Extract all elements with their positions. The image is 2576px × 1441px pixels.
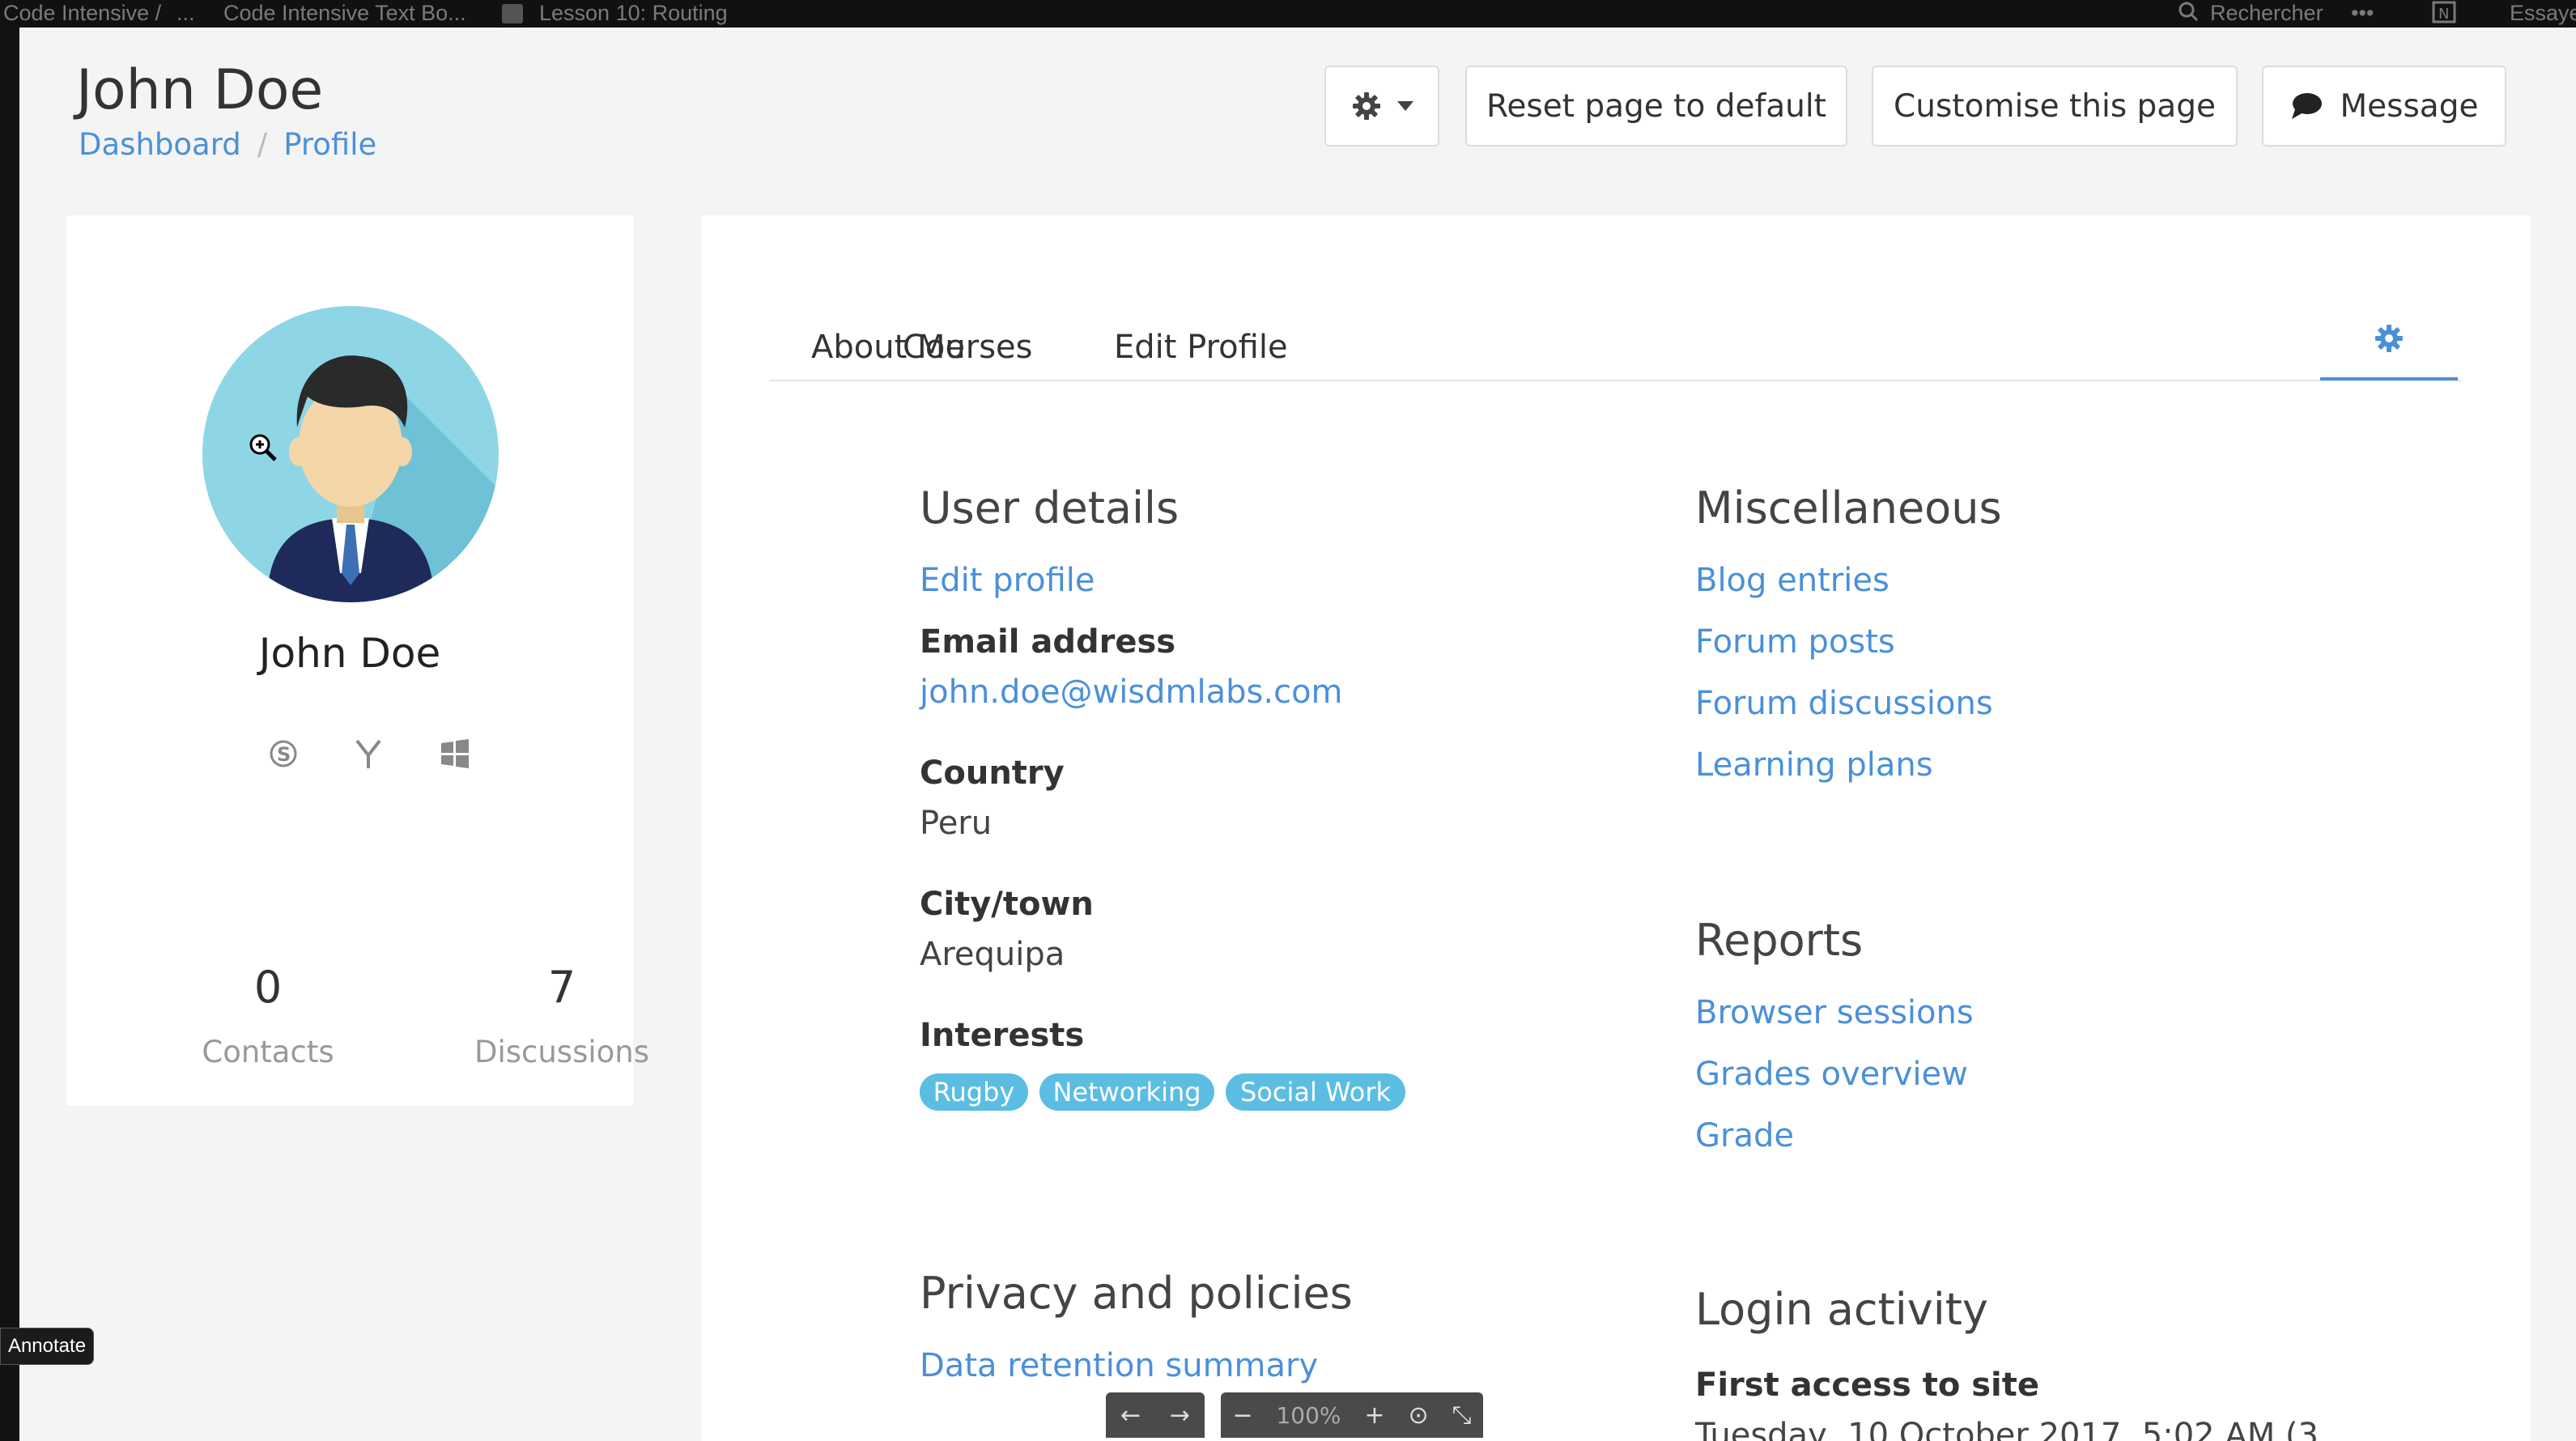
contacts-count: 0 — [253, 962, 283, 1013]
user-details-heading: User details — [920, 482, 1180, 533]
grades-overview-link[interactable]: Grades overview — [1695, 1056, 1968, 1093]
viewer-zoom-bar: − 100% + ⊙ ⤡ — [1221, 1392, 1483, 1438]
country-value: Peru — [920, 805, 993, 842]
zoom-in-icon[interactable]: + — [1364, 1401, 1384, 1430]
city-label: City/town — [920, 886, 1094, 923]
page-settings-button[interactable] — [1324, 66, 1439, 147]
profile-name: John Doe — [258, 630, 441, 677]
privacy-heading: Privacy and policies — [920, 1268, 1353, 1319]
login-activity-heading: Login activity — [1695, 1284, 1988, 1335]
arrow-right-icon[interactable]: → — [1170, 1401, 1190, 1430]
email-label: Email address — [920, 623, 1176, 661]
caret-down-icon — [1397, 101, 1413, 111]
arrow-left-icon[interactable]: ← — [1120, 1401, 1141, 1430]
email-link[interactable]: john.doe@wisdmlabs.com — [920, 674, 1343, 711]
blog-entries-link[interactable]: Blog entries — [1695, 562, 1889, 599]
windows-icon[interactable] — [435, 733, 475, 774]
tab-settings[interactable] — [2320, 314, 2458, 380]
reports-heading: Reports — [1695, 915, 1864, 966]
tab-courses[interactable]: Courses — [903, 329, 1033, 366]
speech-bubble-icon — [2291, 93, 2322, 119]
breadcrumb-separator: / — [257, 127, 268, 162]
os-right-label[interactable]: Essayer N — [2510, 1, 2576, 26]
grade-link[interactable]: Grade — [1695, 1117, 1794, 1154]
more-icon[interactable]: ••• — [2351, 1, 2374, 26]
zoom-out-icon[interactable]: − — [1232, 1401, 1252, 1430]
message-button-label: Message — [2340, 87, 2479, 125]
zoom-reset-icon[interactable]: ⊙ — [1408, 1401, 1428, 1430]
profile-main-card: About Me Courses Edit Profile User detai… — [701, 215, 2531, 1441]
zoom-level: 100% — [1276, 1401, 1341, 1429]
first-access-label: First access to site — [1695, 1367, 2039, 1404]
collapse-icon[interactable]: ⤡ — [1452, 1401, 1471, 1430]
tab-edit-profile[interactable]: Edit Profile — [1114, 329, 1288, 366]
customise-page-button[interactable]: Customise this page — [1872, 66, 2238, 147]
message-button[interactable]: Message — [2262, 66, 2506, 147]
interest-tag[interactable]: Social Work — [1226, 1073, 1405, 1111]
first-access-value: Tuesday, 10 October 2017, 5:02 AM (3 — [1695, 1417, 2319, 1441]
country-label: Country — [920, 755, 1065, 792]
reset-page-button[interactable]: Reset page to default — [1465, 66, 1847, 147]
forum-posts-link[interactable]: Forum posts — [1695, 623, 1895, 661]
skype-icon[interactable]: S — [263, 733, 304, 774]
breadcrumb-profile[interactable]: Profile — [283, 127, 376, 162]
svg-text:N: N — [2438, 6, 2449, 23]
breadcrumb-dashboard[interactable]: Dashboard — [79, 127, 241, 162]
page-title: John Doe — [76, 58, 324, 122]
miscellaneous-heading: Miscellaneous — [1695, 482, 2002, 533]
gear-icon — [1353, 92, 1380, 120]
yahoo-icon[interactable] — [348, 733, 389, 774]
discussions-label[interactable]: Discussions — [440, 1035, 683, 1069]
profile-tabs: About Me Courses Edit Profile — [769, 215, 2461, 381]
profile-card: John Doe S 0 Contacts 7 Discussions — [66, 215, 649, 1106]
os-tab-2[interactable]: Code Intensive Text Bo... — [223, 1, 466, 26]
os-search-label[interactable]: Rechercher — [2210, 1, 2323, 26]
contacts-label[interactable]: Contacts — [147, 1035, 389, 1069]
breadcrumb: Dashboard / Profile — [79, 127, 376, 162]
data-retention-link[interactable]: Data retention summary — [920, 1347, 1318, 1384]
zoom-cursor-icon — [249, 434, 277, 461]
city-value: Arequipa — [920, 936, 1065, 973]
browser-sessions-link[interactable]: Browser sessions — [1695, 994, 1974, 1031]
annotate-button[interactable]: Annotate — [0, 1328, 94, 1365]
os-tab-1[interactable]: Code Intensive / — [3, 1, 161, 26]
interest-tag[interactable]: Rugby — [920, 1073, 1028, 1111]
avatar[interactable] — [202, 306, 499, 602]
interest-tag[interactable]: Networking — [1039, 1073, 1214, 1111]
gear-icon — [2375, 325, 2403, 352]
learning-plans-link[interactable]: Learning plans — [1695, 746, 1933, 784]
browser-viewport: John Doe Dashboard / Profile Reset page to… — [19, 28, 2576, 1441]
os-tab-3[interactable]: Lesson 10: Routing — [539, 1, 728, 26]
svg-text:S: S — [277, 743, 291, 766]
forum-discussions-link[interactable]: Forum discussions — [1695, 685, 1993, 722]
tab-favicon-icon — [502, 4, 523, 23]
viewer-nav-bar: ← → — [1106, 1392, 1205, 1438]
edit-profile-link[interactable]: Edit profile — [920, 562, 1095, 599]
interests-label: Interests — [920, 1017, 1085, 1054]
os-top-bar: Code Intensive / ... Code Intensive Text… — [0, 0, 2576, 28]
notion-icon: N — [2432, 1, 2456, 29]
search-icon[interactable] — [2178, 1, 2199, 28]
discussions-count: 7 — [547, 962, 576, 1013]
os-tab-ellipsis[interactable]: ... — [176, 1, 195, 26]
